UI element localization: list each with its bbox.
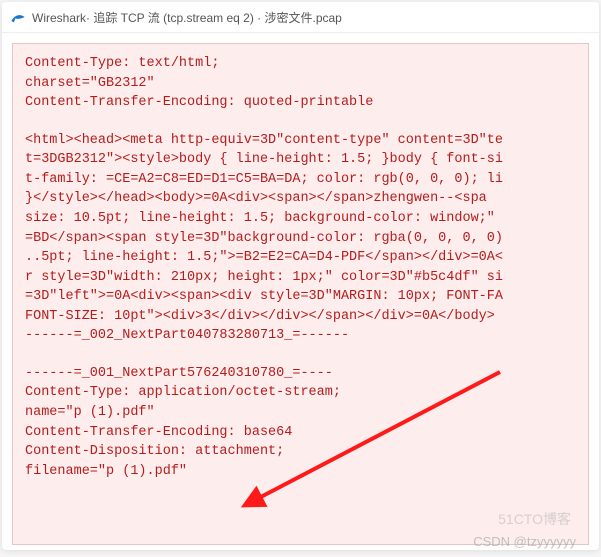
stream-line: Content-Type: text/html; (25, 54, 576, 74)
stream-line: t-family: =CE=A2=C8=ED=D1=C5=BA=DA; colo… (25, 170, 576, 190)
wireshark-icon (10, 9, 26, 25)
stream-line: ..5pt; line-height: 1.5;">=B2=E2=CA=D4-P… (25, 248, 576, 268)
stream-line: size: 10.5pt; line-height: 1.5; backgrou… (25, 209, 576, 229)
titlebar[interactable]: Wireshark· 追踪 TCP 流 (tcp.stream eq 2) · … (2, 2, 599, 33)
stream-line: =3D"left">=0A<div><span><div style=3D"MA… (25, 287, 576, 307)
stream-line: Content-Transfer-Encoding: quoted-printa… (25, 93, 576, 113)
stream-line: Content-Type: application/octet-stream; (25, 383, 576, 403)
stream-line: <html><head><meta http-equiv=3D"content-… (25, 131, 576, 151)
watermark-csdn: CSDN @tzyyyyyy (473, 534, 576, 549)
watermark-51cto: 51CTO博客 (498, 509, 571, 529)
stream-line: Content-Disposition: attachment; (25, 442, 576, 462)
stream-content[interactable]: Content-Type: text/html; charset="GB2312… (12, 43, 589, 545)
stream-line: r style=3D"width: 210px; height: 1px;" c… (25, 268, 576, 288)
stream-line: ------=_001_NextPart576240310780_=---- (25, 364, 576, 384)
stream-line (25, 113, 576, 131)
stream-line: name="p (1).pdf" (25, 403, 576, 423)
stream-line: FONT-SIZE: 10pt"><div>3</div></div></spa… (25, 307, 576, 327)
stream-line: filename="p (1).pdf" (25, 462, 576, 482)
stream-line: t=3DGB2312"><style>body { line-height: 1… (25, 150, 576, 170)
window-title: Wireshark· 追踪 TCP 流 (tcp.stream eq 2) · … (32, 9, 342, 26)
stream-line: ------=_002_NextPart040783280713_=------ (25, 326, 576, 346)
stream-line: Content-Transfer-Encoding: base64 (25, 423, 576, 443)
stream-line: charset="GB2312" (25, 74, 576, 94)
stream-line: =BD</span><span style=3D"background-colo… (25, 229, 576, 249)
stream-line: }</style></head><body>=0A<div><span></sp… (25, 189, 576, 209)
stream-line (25, 346, 576, 364)
wireshark-window: Wireshark· 追踪 TCP 流 (tcp.stream eq 2) · … (2, 2, 599, 550)
